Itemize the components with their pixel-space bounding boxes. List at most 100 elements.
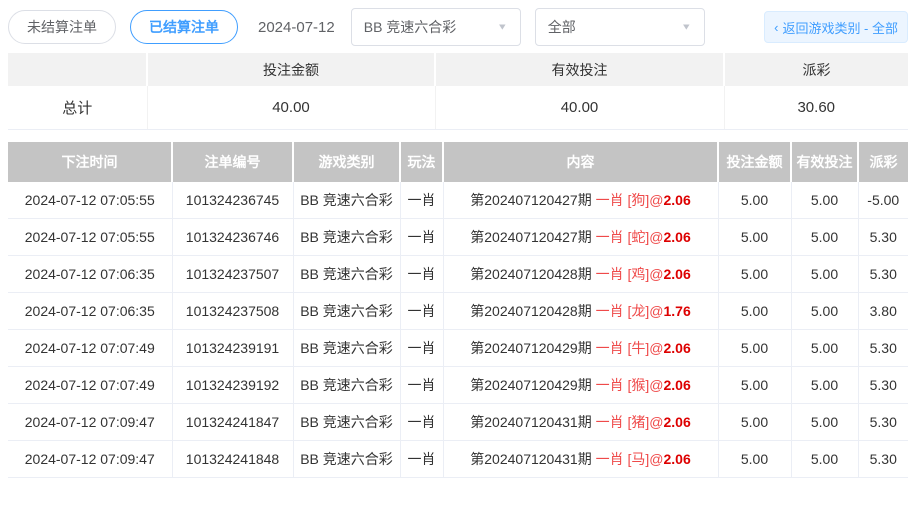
tab-unsettled-orders[interactable]: 未结算注单 — [8, 10, 116, 44]
order-payout: 5.30 — [858, 256, 908, 293]
summary-total-row: 总计 40.00 40.00 30.60 — [8, 86, 908, 129]
order-bet-time: 2024-07-12 07:05:55 — [8, 182, 172, 219]
back-arrow-icon: ‹ — [774, 20, 778, 35]
order-valid-bet: 5.00 — [791, 367, 858, 404]
order-id: 101324239191 — [172, 330, 293, 367]
orders-header-content: 内容 — [443, 142, 718, 182]
filter-select-value: 全部 — [548, 17, 576, 37]
summary-header-valid-bet: 有效投注 — [435, 53, 724, 86]
summary-header-blank — [8, 53, 147, 86]
order-bet-amount: 5.00 — [718, 441, 791, 478]
order-valid-bet: 5.00 — [791, 441, 858, 478]
order-bet-amount: 5.00 — [718, 256, 791, 293]
order-play-type: 一肖 — [400, 256, 443, 293]
order-valid-bet: 5.00 — [791, 404, 858, 441]
order-id: 101324237508 — [172, 293, 293, 330]
order-row: 2024-07-12 07:09:47 101324241847 BB 竞速六合… — [8, 404, 908, 441]
order-payout: -5.00 — [858, 182, 908, 219]
summary-header-row: 投注金额 有效投注 派彩 — [8, 53, 908, 86]
order-odds: 1.76 — [663, 303, 690, 319]
order-play-type: 一肖 — [400, 219, 443, 256]
order-bet-amount: 5.00 — [718, 367, 791, 404]
orders-header-bet-amount: 投注金额 — [718, 142, 791, 182]
order-game-type: BB 竞速六合彩 — [293, 441, 400, 478]
orders-table-body: 2024-07-12 07:05:55 101324236745 BB 竞速六合… — [8, 182, 908, 478]
order-id: 101324241848 — [172, 441, 293, 478]
order-pick: 一肖 [猴]@ — [596, 377, 664, 393]
tab-settled-orders[interactable]: 已结算注单 — [130, 10, 238, 44]
order-bet-time: 2024-07-12 07:09:47 — [8, 441, 172, 478]
order-game-type: BB 竞速六合彩 — [293, 256, 400, 293]
game-type-select[interactable]: BB 竞速六合彩 ▼ — [351, 8, 521, 46]
order-game-type: BB 竞速六合彩 — [293, 293, 400, 330]
order-content: 第202407120428期 一肖 [龙]@1.76 — [443, 293, 718, 330]
order-bet-time: 2024-07-12 07:07:49 — [8, 330, 172, 367]
order-pick: 一肖 [鸡]@ — [596, 266, 664, 282]
order-payout: 5.30 — [858, 330, 908, 367]
order-odds: 2.06 — [663, 414, 690, 430]
order-content: 第202407120431期 一肖 [猪]@2.06 — [443, 404, 718, 441]
order-game-type: BB 竞速六合彩 — [293, 219, 400, 256]
order-row: 2024-07-12 07:05:55 101324236745 BB 竞速六合… — [8, 182, 908, 219]
order-pick: 一肖 [牛]@ — [596, 340, 664, 356]
order-bet-time: 2024-07-12 07:06:35 — [8, 256, 172, 293]
order-id: 101324239192 — [172, 367, 293, 404]
order-content: 第202407120427期 一肖 [蛇]@2.06 — [443, 219, 718, 256]
order-bet-amount: 5.00 — [718, 293, 791, 330]
order-row: 2024-07-12 07:07:49 101324239192 BB 竞速六合… — [8, 367, 908, 404]
order-odds: 2.06 — [663, 266, 690, 282]
order-id: 101324241847 — [172, 404, 293, 441]
order-payout: 5.30 — [858, 367, 908, 404]
order-content: 第202407120429期 一肖 [牛]@2.06 — [443, 330, 718, 367]
order-bet-amount: 5.00 — [718, 404, 791, 441]
order-game-type: BB 竞速六合彩 — [293, 367, 400, 404]
order-content: 第202407120431期 一肖 [马]@2.06 — [443, 441, 718, 478]
query-date-label: 2024-07-12 — [258, 19, 335, 36]
order-odds: 2.06 — [663, 377, 690, 393]
order-payout: 5.30 — [858, 219, 908, 256]
orders-header-row: 下注时间 注单编号 游戏类别 玩法 内容 投注金额 有效投注 派彩 — [8, 142, 908, 182]
summary-table: 投注金额 有效投注 派彩 总计 40.00 40.00 30.60 — [8, 53, 908, 130]
orders-header-payout: 派彩 — [858, 142, 908, 182]
order-bet-time: 2024-07-12 07:05:55 — [8, 219, 172, 256]
order-bet-amount: 5.00 — [718, 330, 791, 367]
chevron-down-icon: ▼ — [681, 22, 692, 32]
order-pick: 一肖 [蛇]@ — [596, 229, 664, 245]
order-payout: 5.30 — [858, 441, 908, 478]
order-pick: 一肖 [狗]@ — [596, 192, 664, 208]
orders-header-bet-time: 下注时间 — [8, 142, 172, 182]
order-valid-bet: 5.00 — [791, 219, 858, 256]
order-row: 2024-07-12 07:09:47 101324241848 BB 竞速六合… — [8, 441, 908, 478]
order-row: 2024-07-12 07:07:49 101324239191 BB 竞速六合… — [8, 330, 908, 367]
back-to-game-category-button[interactable]: ‹ 返回游戏类别 - 全部 — [764, 11, 908, 43]
order-content: 第202407120427期 一肖 [狗]@2.06 — [443, 182, 718, 219]
summary-total-label: 总计 — [8, 86, 147, 129]
filter-select[interactable]: 全部 ▼ — [535, 8, 705, 46]
order-odds: 2.06 — [663, 229, 690, 245]
order-play-type: 一肖 — [400, 367, 443, 404]
order-bet-amount: 5.00 — [718, 182, 791, 219]
order-play-type: 一肖 — [400, 330, 443, 367]
order-pick: 一肖 [马]@ — [596, 451, 664, 467]
order-odds: 2.06 — [663, 451, 690, 467]
order-game-type: BB 竞速六合彩 — [293, 330, 400, 367]
summary-total-bet-amount: 40.00 — [147, 86, 435, 129]
orders-header-game-type: 游戏类别 — [293, 142, 400, 182]
orders-header-play-type: 玩法 — [400, 142, 443, 182]
summary-total-valid-bet: 40.00 — [435, 86, 724, 129]
orders-header-order-id: 注单编号 — [172, 142, 293, 182]
summary-header-bet-amount: 投注金额 — [147, 53, 435, 86]
summary-header-payout: 派彩 — [724, 53, 908, 86]
order-payout: 3.80 — [858, 293, 908, 330]
order-bet-time: 2024-07-12 07:07:49 — [8, 367, 172, 404]
order-row: 2024-07-12 07:06:35 101324237508 BB 竞速六合… — [8, 293, 908, 330]
order-row: 2024-07-12 07:05:55 101324236746 BB 竞速六合… — [8, 219, 908, 256]
order-odds: 2.06 — [663, 192, 690, 208]
order-valid-bet: 5.00 — [791, 256, 858, 293]
back-button-label: 返回游戏类别 - 全部 — [782, 18, 898, 37]
order-id: 101324236746 — [172, 219, 293, 256]
order-row: 2024-07-12 07:06:35 101324237507 BB 竞速六合… — [8, 256, 908, 293]
order-pick: 一肖 [猪]@ — [596, 414, 664, 430]
order-content: 第202407120428期 一肖 [鸡]@2.06 — [443, 256, 718, 293]
order-id: 101324236745 — [172, 182, 293, 219]
